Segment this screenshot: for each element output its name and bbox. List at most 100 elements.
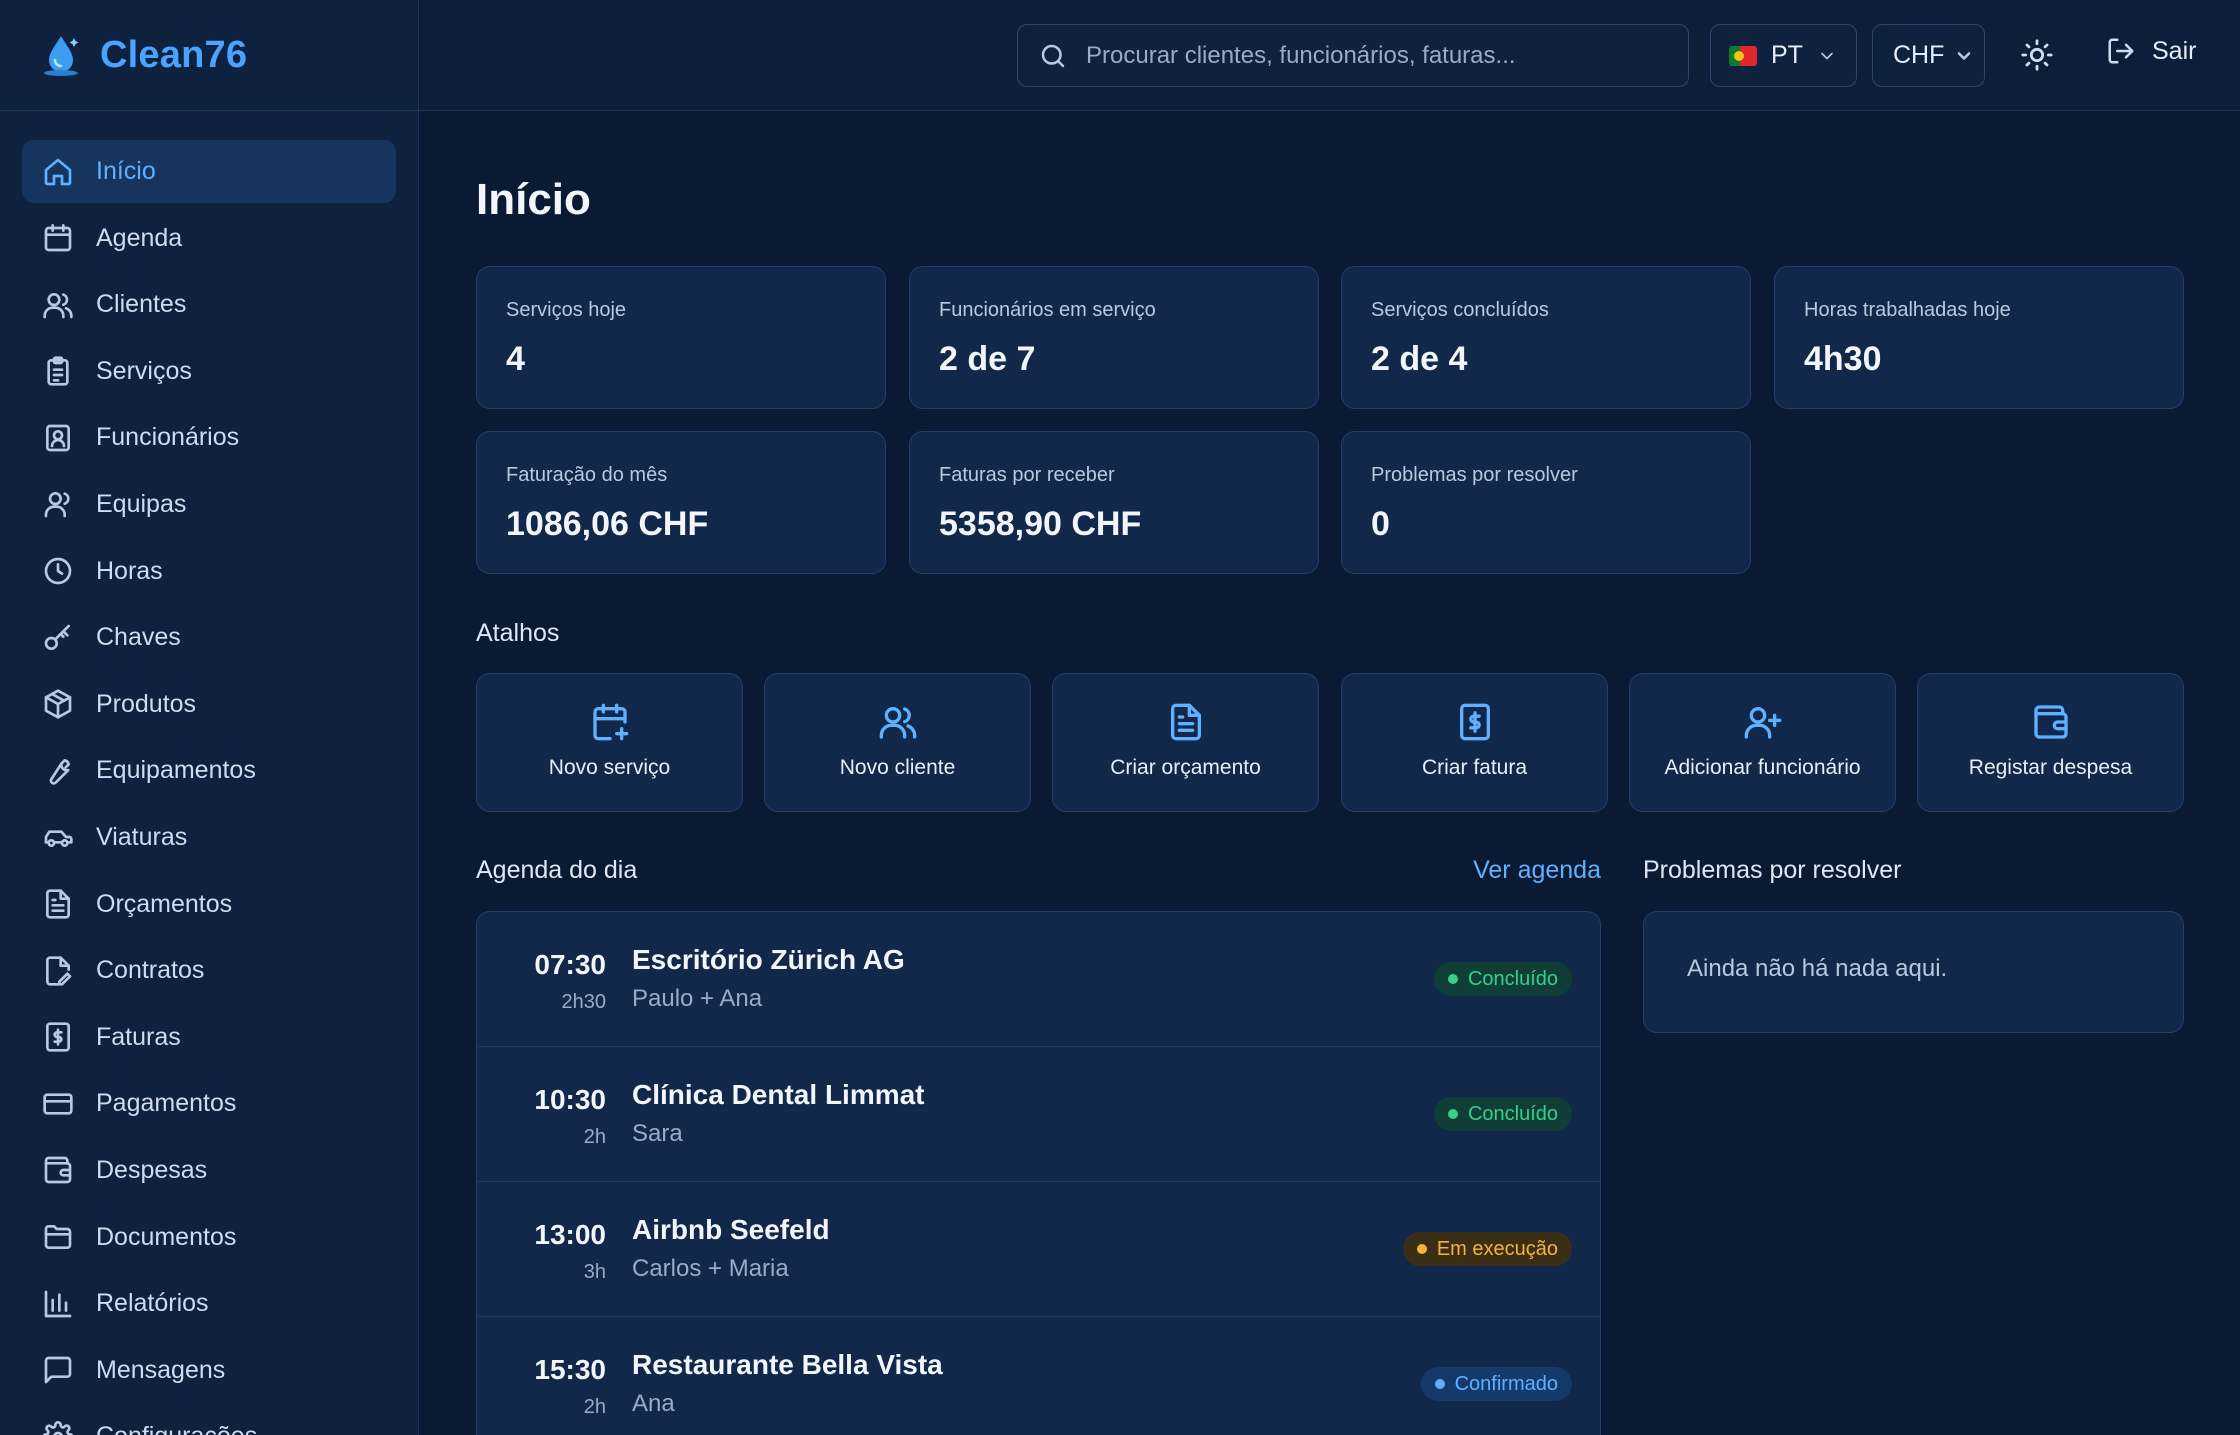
search-icon bbox=[1041, 44, 1065, 67]
agenda-row[interactable]: 15:30 2h Restaurante Bella Vista Ana Con… bbox=[477, 1317, 1600, 1435]
status-dot bbox=[1434, 1379, 1445, 1389]
agenda-title: Agenda do dia bbox=[476, 856, 638, 884]
wallet-icon bbox=[2033, 705, 2068, 739]
sidebar-item-configuracoes[interactable]: Configurações bbox=[22, 1405, 396, 1435]
brand-name: Clean76 bbox=[100, 33, 248, 76]
sidebar-item-horas[interactable]: Horas bbox=[22, 540, 396, 603]
shortcut-adicionar-funcionario[interactable]: Adicionar funcionário bbox=[1629, 673, 1896, 812]
ver-agenda-link[interactable]: Ver agenda bbox=[1473, 856, 1601, 885]
search-input[interactable] bbox=[1086, 41, 1646, 70]
sidebar-item-faturas[interactable]: Faturas bbox=[22, 1006, 396, 1069]
sidebar-item-mensagens[interactable]: Mensagens bbox=[22, 1339, 396, 1402]
id-badge-icon bbox=[46, 424, 70, 452]
search-box[interactable] bbox=[1017, 24, 1689, 87]
status-badge: Concluído bbox=[1433, 1097, 1572, 1131]
agenda-duration: 3h bbox=[583, 1261, 606, 1283]
brand[interactable]: Clean76 bbox=[0, 0, 418, 111]
stat-value: 1086,06 CHF bbox=[506, 505, 709, 543]
shortcut-label: Criar fatura bbox=[1421, 756, 1528, 779]
sidebar-item-relatorios[interactable]: Relatórios bbox=[22, 1272, 396, 1335]
sidebar-item-clientes[interactable]: Clientes bbox=[22, 273, 396, 336]
sidebar-item-label: Faturas bbox=[96, 1022, 181, 1051]
stat-label: Serviços concluídos bbox=[1371, 299, 1549, 321]
shortcut-registar-despesa[interactable]: Registar despesa bbox=[1917, 673, 2184, 812]
stat-label: Problemas por resolver bbox=[1371, 464, 1578, 486]
language-value: PT bbox=[1771, 41, 1803, 69]
stat-label: Horas trabalhadas hoje bbox=[1804, 299, 2011, 321]
sidebar-item-servicos[interactable]: Serviços bbox=[22, 340, 396, 403]
sidebar-item-viaturas[interactable]: Viaturas bbox=[22, 806, 396, 869]
agenda-time: 15:30 bbox=[534, 1354, 606, 1385]
shortcut-criar-orcamento[interactable]: Criar orçamento bbox=[1052, 673, 1319, 812]
clock-icon bbox=[44, 557, 72, 585]
agenda-duration: 2h bbox=[583, 1396, 606, 1418]
sidebar-item-label: Relatórios bbox=[96, 1289, 209, 1318]
users-icon bbox=[879, 707, 916, 739]
stat-card-faturacao: Faturação do mês 1086,06 CHF bbox=[476, 431, 886, 574]
agenda-duration: 2h30 bbox=[561, 991, 607, 1013]
sidebar-item-chaves[interactable]: Chaves bbox=[22, 606, 396, 669]
credit-card-icon bbox=[43, 1093, 73, 1115]
document-icon bbox=[46, 889, 70, 919]
problems-title: Problemas por resolver bbox=[1643, 856, 1902, 884]
status-badge: Confirmado bbox=[1420, 1367, 1572, 1401]
sidebar-item-label: Viaturas bbox=[96, 822, 188, 851]
logout-label: Sair bbox=[2152, 36, 2197, 65]
agenda-row[interactable]: 07:30 2h30 Escritório Zürich AG Paulo + … bbox=[477, 912, 1600, 1047]
shortcut-criar-fatura[interactable]: Criar fatura bbox=[1341, 673, 1608, 812]
sun-icon[interactable] bbox=[2020, 38, 2054, 72]
agenda-row[interactable]: 10:30 2h Clínica Dental Limmat Sara Conc… bbox=[477, 1047, 1600, 1182]
logout-icon bbox=[2108, 38, 2134, 64]
agenda-list: 07:30 2h30 Escritório Zürich AG Paulo + … bbox=[476, 911, 1601, 1435]
agenda-team: Paulo + Ana bbox=[632, 985, 763, 1012]
sidebar-item-orcamentos[interactable]: Orçamentos bbox=[22, 873, 396, 936]
sidebar: Clean76 Início Agenda Clientes Serviços … bbox=[0, 0, 419, 1435]
wrench-icon bbox=[49, 758, 70, 785]
sidebar-item-agenda[interactable]: Agenda bbox=[22, 207, 396, 270]
logout-button[interactable]: Sair bbox=[2106, 36, 2196, 66]
sidebar-item-contratos[interactable]: Contratos bbox=[22, 939, 396, 1002]
status-label: Concluído bbox=[1467, 967, 1558, 990]
stat-value: 4 bbox=[506, 340, 525, 378]
sidebar-item-label: Orçamentos bbox=[96, 889, 233, 918]
stat-card-horas: Horas trabalhadas hoje 4h30 bbox=[1774, 266, 2184, 409]
team-icon bbox=[44, 492, 70, 518]
car-icon bbox=[44, 830, 73, 848]
stat-card-faturas-por-receber: Faturas por receber 5358,90 CHF bbox=[909, 431, 1319, 574]
wallet-icon bbox=[44, 1157, 72, 1184]
stat-value: 5358,90 CHF bbox=[939, 505, 1142, 543]
users-icon bbox=[43, 292, 73, 319]
sidebar-item-produtos[interactable]: Produtos bbox=[22, 673, 396, 736]
status-badge: Em execução bbox=[1402, 1232, 1572, 1266]
home-icon bbox=[44, 158, 72, 185]
sidebar-item-inicio[interactable]: Início bbox=[22, 140, 396, 203]
agenda-time: 10:30 bbox=[534, 1084, 606, 1115]
status-dot bbox=[1447, 974, 1458, 984]
stat-value: 0 bbox=[1371, 505, 1390, 543]
agenda-client: Airbnb Seefeld bbox=[632, 1214, 830, 1245]
calendar-plus-icon bbox=[592, 703, 628, 741]
agenda-row[interactable]: 13:00 3h Airbnb Seefeld Carlos + Maria E… bbox=[477, 1182, 1600, 1317]
invoice-icon bbox=[46, 1022, 70, 1052]
shortcut-novo-servico[interactable]: Novo serviço bbox=[476, 673, 743, 812]
sidebar-item-label: Agenda bbox=[96, 223, 183, 252]
chevron-down-icon bbox=[1821, 52, 1833, 59]
sidebar-nav: Início Agenda Clientes Serviços Funcioná… bbox=[0, 111, 418, 1435]
currency-select[interactable]: CHF bbox=[1872, 24, 1985, 87]
sidebar-item-pagamentos[interactable]: Pagamentos bbox=[22, 1072, 396, 1135]
agenda-client: Escritório Zürich AG bbox=[632, 944, 905, 975]
shortcut-label: Criar orçamento bbox=[1110, 756, 1261, 779]
sidebar-item-label: Produtos bbox=[96, 689, 197, 718]
stat-card-funcionarios: Funcionários em serviço 2 de 7 bbox=[909, 266, 1319, 409]
sidebar-item-equipamentos[interactable]: Equipamentos bbox=[22, 739, 396, 802]
sidebar-item-label: Horas bbox=[96, 556, 163, 585]
stat-label: Faturação do mês bbox=[506, 464, 668, 486]
language-select[interactable]: PT bbox=[1710, 24, 1857, 87]
sidebar-item-documentos[interactable]: Documentos bbox=[22, 1206, 396, 1269]
sidebar-item-despesas[interactable]: Despesas bbox=[22, 1139, 396, 1202]
shortcut-novo-cliente[interactable]: Novo cliente bbox=[764, 673, 1031, 812]
sidebar-item-equipas[interactable]: Equipas bbox=[22, 473, 396, 536]
sidebar-item-funcionarios[interactable]: Funcionários bbox=[22, 406, 396, 469]
sidebar-item-label: Configurações bbox=[96, 1422, 257, 1435]
shortcut-label: Registar despesa bbox=[1968, 756, 2133, 779]
